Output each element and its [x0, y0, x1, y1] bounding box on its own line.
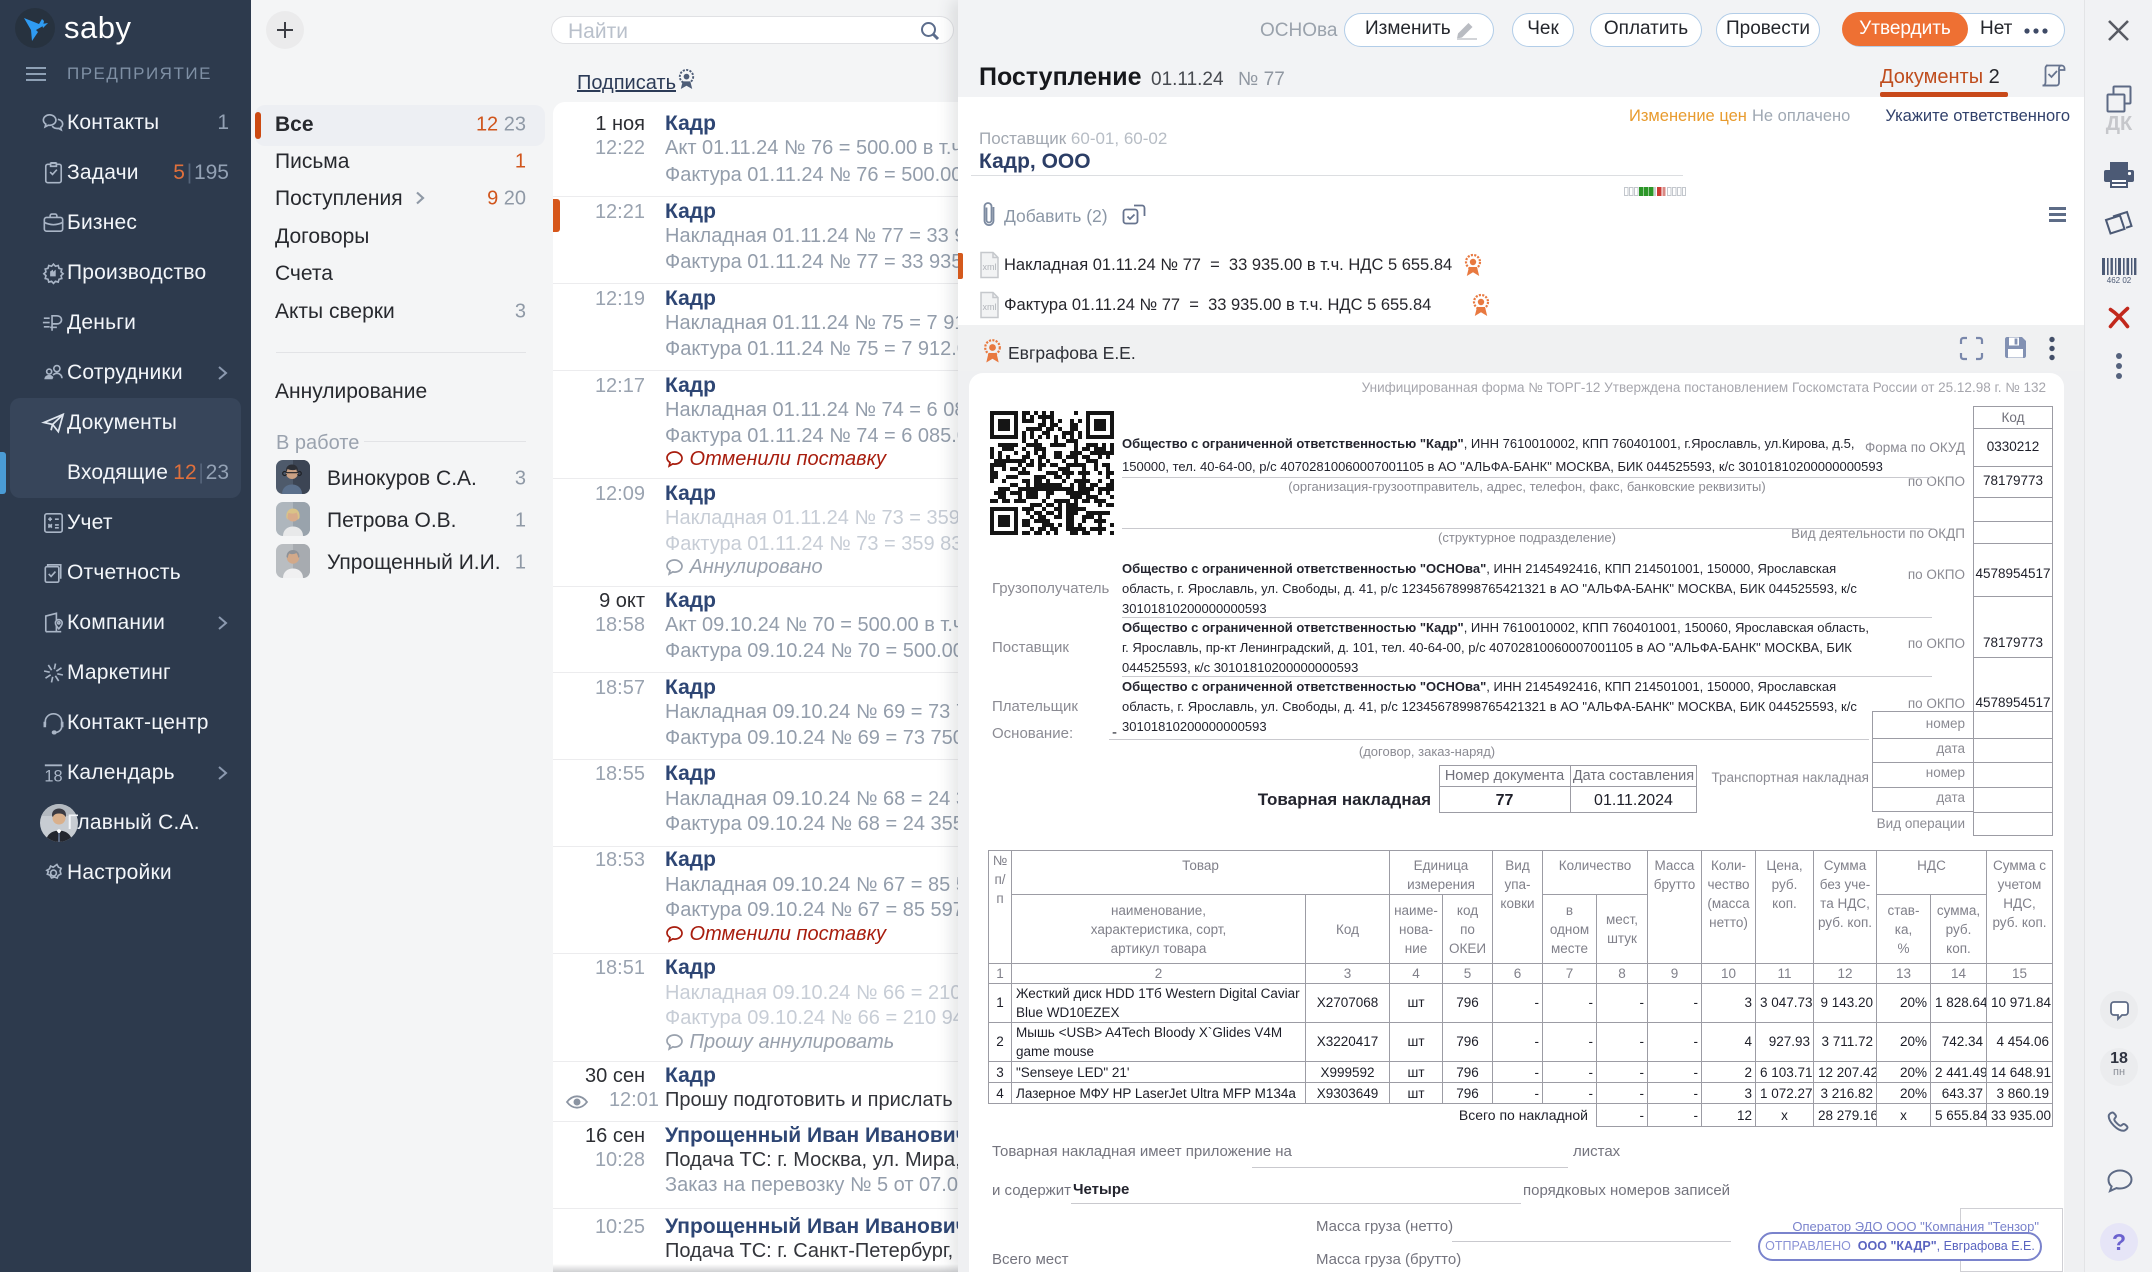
svg-text:xml: xml — [983, 262, 997, 272]
svg-text:462 02: 462 02 — [2107, 276, 2132, 284]
svg-text:xml: xml — [983, 302, 997, 312]
svg-text:18: 18 — [44, 768, 62, 786]
